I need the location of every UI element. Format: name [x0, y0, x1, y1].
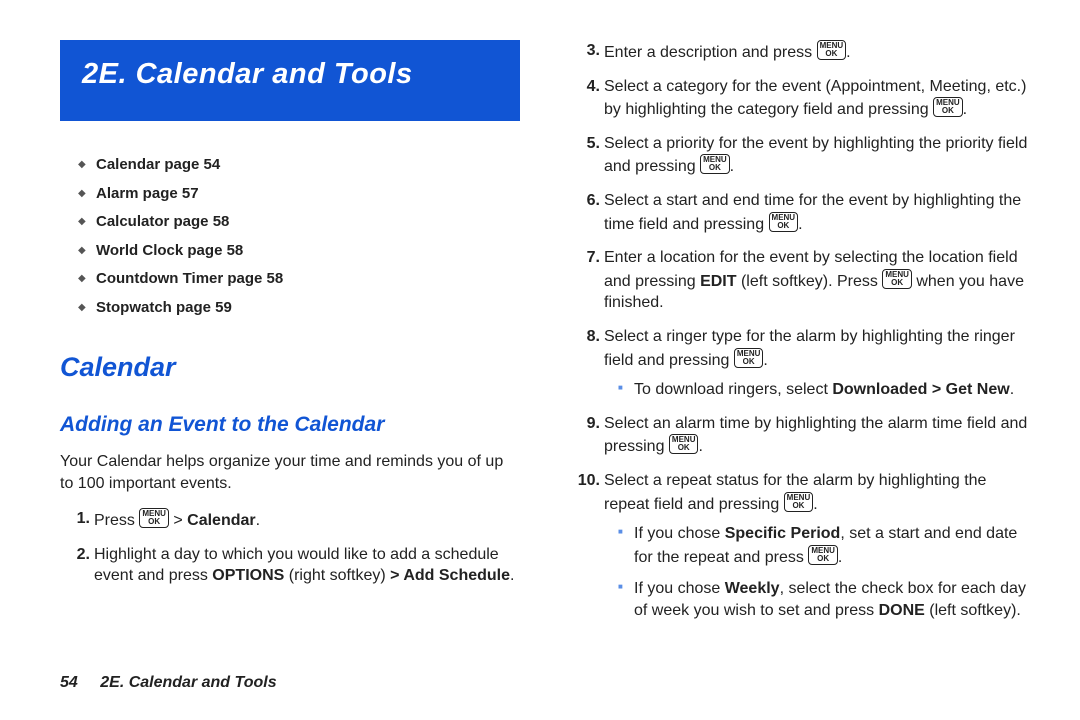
- specific-period-label: Specific Period: [725, 525, 841, 542]
- toc-item-label: Alarm page 57: [96, 185, 199, 202]
- step-1: 1. Press MENUOK > Calendar.: [60, 508, 520, 532]
- menu-ok-key-icon: MENUOK: [817, 40, 847, 60]
- step-6: 6. Select a start and end time for the e…: [570, 190, 1030, 235]
- step-5: 5. Select a priority for the event by hi…: [570, 133, 1030, 178]
- step-text: >: [169, 512, 187, 529]
- sub-text: If you chose: [634, 580, 725, 597]
- toc-item: Stopwatch page 59: [78, 294, 520, 323]
- sub-item: If you chose Specific Period, set a star…: [618, 523, 1030, 568]
- step-number: 2.: [60, 544, 90, 566]
- page-number: 54: [60, 674, 78, 691]
- calendar-label: Calendar: [187, 512, 255, 529]
- add-schedule-label: Add Schedule: [403, 567, 510, 584]
- section-banner: 2E. Calendar and Tools: [60, 40, 520, 121]
- step-number: 10.: [570, 470, 600, 492]
- toc-item: World Clock page 58: [78, 237, 520, 266]
- toc-item: Calculator page 58: [78, 208, 520, 237]
- menu-ok-key-icon: MENUOK: [933, 97, 963, 117]
- step-3: 3. Enter a description and press MENUOK.: [570, 40, 1030, 64]
- downloaded-get-new-label: Downloaded > Get New: [832, 381, 1009, 398]
- step-8: 8. Select a ringer type for the alarm by…: [570, 326, 1030, 401]
- step-number: 7.: [570, 247, 600, 269]
- steps-right: 3. Enter a description and press MENUOK.…: [570, 40, 1030, 621]
- step-text: (left softkey). Press: [737, 273, 883, 290]
- toc-item-label: Countdown Timer page 58: [96, 270, 283, 287]
- step-text: .: [813, 496, 817, 513]
- left-column: 2E. Calendar and Tools Calendar page 54 …: [60, 40, 520, 633]
- toc-item-label: Stopwatch page 59: [96, 299, 232, 316]
- step-text: .: [846, 44, 850, 61]
- step-text: Select a ringer type for the alarm by hi…: [604, 328, 1015, 369]
- toc-item: Calendar page 54: [78, 151, 520, 180]
- sub-text: .: [1010, 381, 1014, 398]
- step-text: Enter a description and press: [604, 44, 817, 61]
- heading-1: Calendar: [60, 352, 520, 383]
- page-footer: 54 2E. Calendar and Tools: [60, 674, 277, 692]
- sub-text: (left softkey).: [925, 602, 1021, 619]
- menu-ok-key-icon: MENUOK: [769, 212, 799, 232]
- options-label: OPTIONS: [212, 567, 284, 584]
- step-4: 4. Select a category for the event (Appo…: [570, 76, 1030, 121]
- step-number: 6.: [570, 190, 600, 212]
- menu-ok-key-icon: MENUOK: [669, 434, 699, 454]
- toc-item-label: World Clock page 58: [96, 242, 243, 259]
- sub-text: To download ringers, select: [634, 381, 832, 398]
- step-number: 4.: [570, 76, 600, 98]
- sub-list: If you chose Specific Period, set a star…: [604, 523, 1030, 621]
- weekly-label: Weekly: [725, 580, 780, 597]
- step-number: 9.: [570, 413, 600, 435]
- menu-ok-key-icon: MENUOK: [700, 154, 730, 174]
- step-2: 2. Highlight a day to which you would li…: [60, 544, 520, 587]
- sub-item: If you chose Weekly, select the check bo…: [618, 578, 1030, 621]
- intro-paragraph: Your Calendar helps organize your time a…: [60, 451, 520, 494]
- menu-ok-key-icon: MENUOK: [784, 492, 814, 512]
- menu-ok-key-icon: MENUOK: [734, 348, 764, 368]
- toc-item-label: Calendar page 54: [96, 156, 220, 173]
- section-banner-title: 2E. Calendar and Tools: [82, 58, 413, 90]
- step-text: Select an alarm time by highlighting the…: [604, 415, 1027, 456]
- step-text: .: [763, 352, 767, 369]
- step-9: 9. Select an alarm time by highlighting …: [570, 413, 1030, 458]
- footer-section-title: 2E. Calendar and Tools: [100, 674, 276, 691]
- step-text: .: [963, 101, 967, 118]
- step-number: 5.: [570, 133, 600, 155]
- edit-label: EDIT: [700, 273, 736, 290]
- step-number: 1.: [60, 508, 90, 530]
- step-text: Select a start and end time for the even…: [604, 192, 1021, 233]
- step-text: .: [510, 567, 514, 584]
- right-column: 3. Enter a description and press MENUOK.…: [570, 40, 1030, 633]
- arrow-label: >: [390, 567, 403, 584]
- sub-text: If you chose: [634, 525, 725, 542]
- step-text: .: [698, 438, 702, 455]
- step-number: 3.: [570, 40, 600, 62]
- menu-ok-key-icon: MENUOK: [882, 269, 912, 289]
- sub-item: To download ringers, select Downloaded >…: [618, 379, 1030, 401]
- steps-left: 1. Press MENUOK > Calendar. 2. Highlight…: [60, 508, 520, 587]
- menu-ok-key-icon: MENUOK: [808, 545, 838, 565]
- step-text: .: [730, 158, 734, 175]
- step-7: 7. Enter a location for the event by sel…: [570, 247, 1030, 314]
- menu-ok-key-icon: MENUOK: [139, 508, 169, 528]
- sub-text: .: [838, 549, 842, 566]
- step-text: Select a priority for the event by highl…: [604, 135, 1027, 176]
- step-text: (right softkey): [284, 567, 390, 584]
- step-text: .: [798, 216, 802, 233]
- heading-2: Adding an Event to the Calendar: [60, 413, 520, 437]
- toc-item: Countdown Timer page 58: [78, 265, 520, 294]
- step-10: 10. Select a repeat status for the alarm…: [570, 470, 1030, 622]
- step-text: .: [256, 512, 260, 529]
- step-number: 8.: [570, 326, 600, 348]
- toc-list: Calendar page 54 Alarm page 57 Calculato…: [60, 151, 520, 322]
- toc-item-label: Calculator page 58: [96, 213, 229, 230]
- toc-item: Alarm page 57: [78, 180, 520, 209]
- done-label: DONE: [879, 602, 925, 619]
- sub-list: To download ringers, select Downloaded >…: [604, 379, 1030, 401]
- step-text: Press: [94, 512, 139, 529]
